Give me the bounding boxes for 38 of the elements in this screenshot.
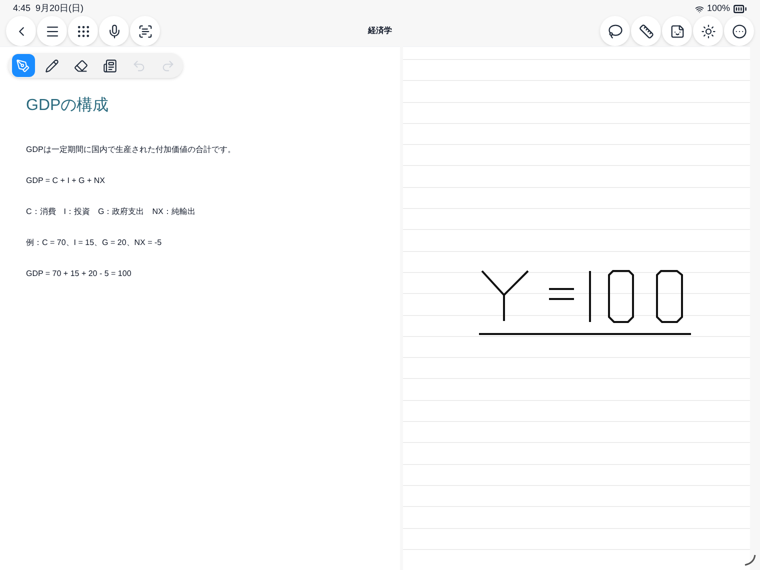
microphone-icon — [106, 24, 122, 38]
note-text: GDPは一定期間に国内で生産された付加価値の合計です。 — [26, 144, 236, 156]
notebook-title: 経済学 — [368, 25, 392, 37]
scan-button[interactable] — [130, 16, 160, 46]
battery-percent: 100% — [706, 2, 730, 16]
more-button[interactable] — [724, 16, 754, 46]
note-text: 例：C = 70、I = 15、G = 20、NX = -5 — [26, 237, 163, 249]
note-text: C：消費 I：投資 G：政府支出 NX：純輸出 — [26, 206, 196, 218]
ruler-icon — [638, 24, 654, 38]
burst-button[interactable] — [693, 16, 723, 46]
undo-icon — [132, 58, 146, 72]
sticker-button[interactable] — [662, 16, 692, 46]
lasso-icon — [608, 24, 622, 38]
burst-icon — [700, 24, 716, 38]
ruler-button[interactable] — [631, 16, 661, 46]
more-icon — [732, 24, 746, 38]
dots-grid-icon — [76, 24, 90, 38]
status-date: 9月20日(日) — [36, 2, 84, 16]
note-text: GDP = 70 + 15 + 20 - 5 = 100 — [26, 268, 132, 280]
battery-icon — [733, 2, 747, 16]
note-heading: GDPの構成 — [26, 96, 110, 116]
redo-icon — [160, 58, 175, 72]
status-time: 4:45 — [13, 2, 31, 16]
grid-button[interactable] — [68, 16, 98, 46]
eraser-icon — [74, 58, 88, 72]
wifi-icon — [694, 4, 704, 14]
mic-button[interactable] — [99, 16, 129, 46]
sticker-icon — [670, 24, 684, 38]
scan-icon — [138, 24, 152, 38]
note-text: GDP = C + I + G + NX — [26, 175, 106, 187]
menu-button[interactable] — [37, 16, 67, 46]
resize-corner-icon — [744, 554, 756, 566]
text-box-icon — [102, 58, 117, 72]
pen-icon — [16, 58, 30, 72]
pen-tool[interactable] — [12, 54, 35, 77]
menu-icon — [44, 24, 60, 38]
pencil-icon — [45, 58, 60, 72]
lasso-button[interactable] — [600, 16, 630, 46]
